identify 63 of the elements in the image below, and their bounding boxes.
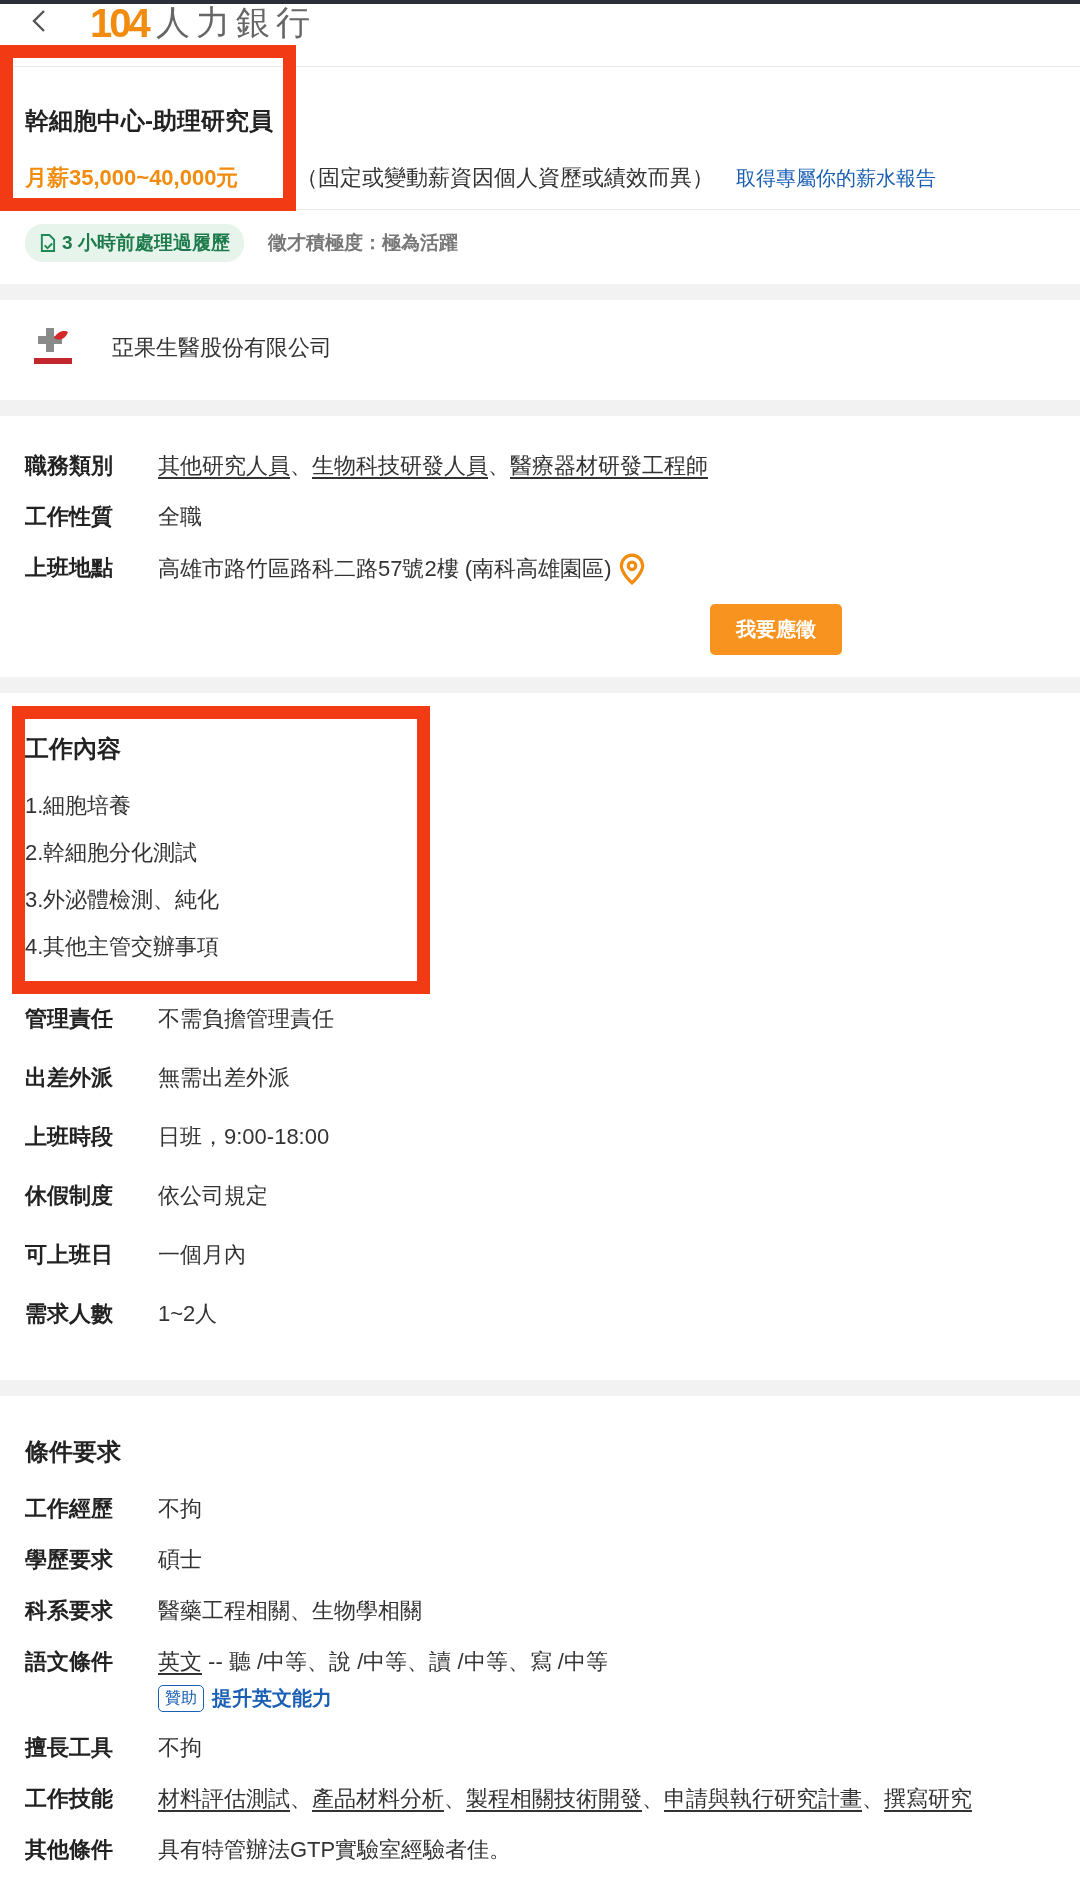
category-link[interactable]: 醫療器材研發工程師 (510, 451, 708, 481)
field-value: 不需負擔管理責任 (158, 1005, 334, 1033)
category-link[interactable]: 申請與執行研究計畫 (664, 1784, 862, 1814)
field-label: 科系要求 (25, 1597, 114, 1625)
field-value: 碩士 (158, 1546, 202, 1574)
separator-text: 、 (488, 452, 510, 480)
field-label: 上班地點 (25, 554, 114, 582)
field-value: 全職 (158, 503, 202, 531)
field-label: 工作性質 (25, 503, 114, 531)
language-link[interactable]: 英文 (158, 1647, 202, 1677)
field-label: 上班時段 (25, 1123, 114, 1151)
category-link[interactable]: 撰寫研究 (884, 1784, 972, 1814)
improve-english-link[interactable]: 提升英文能力 (212, 1685, 332, 1712)
category-link[interactable]: 製程相關技術開發 (466, 1784, 642, 1814)
field-label: 需求人數 (25, 1300, 114, 1328)
field-label: 語文條件 (25, 1648, 114, 1676)
separator-text: 、 (642, 1785, 664, 1813)
field-value: 依公司規定 (158, 1182, 268, 1210)
separator-text: 、 (290, 452, 312, 480)
company-name[interactable]: 亞果生醫股份有限公司 (112, 333, 332, 363)
salary-report-link[interactable]: 取得專屬你的薪水報告 (736, 164, 937, 192)
separator-text: 、 (444, 1785, 466, 1813)
field-label: 其他條件 (25, 1836, 114, 1864)
field-label: 可上班日 (25, 1241, 114, 1269)
field-label: 學歷要求 (25, 1546, 114, 1574)
field-value: 日班，9:00-18:00 (158, 1123, 330, 1151)
logo-text: 人力銀行 (155, 2, 316, 43)
address-text: 高雄市路竹區路科二路57號2樓 (南科高雄園區) (158, 555, 612, 583)
field-value: 一個月內 (158, 1241, 246, 1269)
field-label: 管理責任 (25, 1005, 114, 1033)
field-value: 不拘 (158, 1495, 202, 1523)
job-title: 幹細胞中心-助理研究員 (25, 106, 274, 136)
field-value: 具有特管辦法GTP實驗室經驗者佳。 (158, 1836, 512, 1864)
field-value: 醫藥工程相關、生物學相關 (158, 1597, 422, 1625)
sponsor-tag: 贊助 (158, 1685, 204, 1712)
section-heading: 條件要求 (25, 1437, 122, 1467)
job-duty-text: 1.細胞培養 (25, 792, 133, 820)
salary-text: 月薪35,000~40,000元 (25, 164, 239, 192)
salary-note: （固定或變動薪資因個人資歷或績效而異） (296, 164, 715, 192)
category-link[interactable]: 產品材料分析 (312, 1784, 444, 1814)
field-label: 擅長工具 (25, 1734, 114, 1762)
job-duty-text: 2.幹細胞分化測試 (25, 839, 199, 867)
category-link[interactable]: 材料評估測試 (158, 1784, 290, 1814)
job-duty-text: 4.其他主管交辦事項 (25, 933, 221, 961)
logo-number: 104 (90, 0, 148, 46)
field-value: 1~2人 (158, 1300, 218, 1328)
field-label: 工作技能 (25, 1785, 114, 1813)
language-level-text: -- 聽 /中等、說 /中等、讀 /中等、寫 /中等 (207, 1648, 608, 1676)
field-label: 出差外派 (25, 1064, 114, 1092)
job-duty-text: 3.外泌體檢測、純化 (25, 886, 221, 914)
back-icon[interactable] (32, 9, 46, 33)
field-value: 不拘 (158, 1734, 202, 1762)
section-heading: 工作內容 (25, 734, 122, 764)
resume-processed-badge: 3 小時前處理過履歷 (25, 224, 244, 262)
activity-text: 徵才積極度：極為活躍 (267, 231, 458, 255)
field-label: 工作經歷 (25, 1495, 114, 1523)
field-value: 無需出差外派 (158, 1064, 290, 1092)
separator-text: 、 (862, 1785, 884, 1813)
category-link[interactable]: 生物科技研發人員 (312, 451, 488, 481)
separator-text: 、 (290, 1785, 312, 1813)
category-link[interactable]: 其他研究人員 (158, 451, 290, 481)
field-label: 職務類別 (25, 452, 114, 480)
field-label: 休假制度 (25, 1182, 114, 1210)
